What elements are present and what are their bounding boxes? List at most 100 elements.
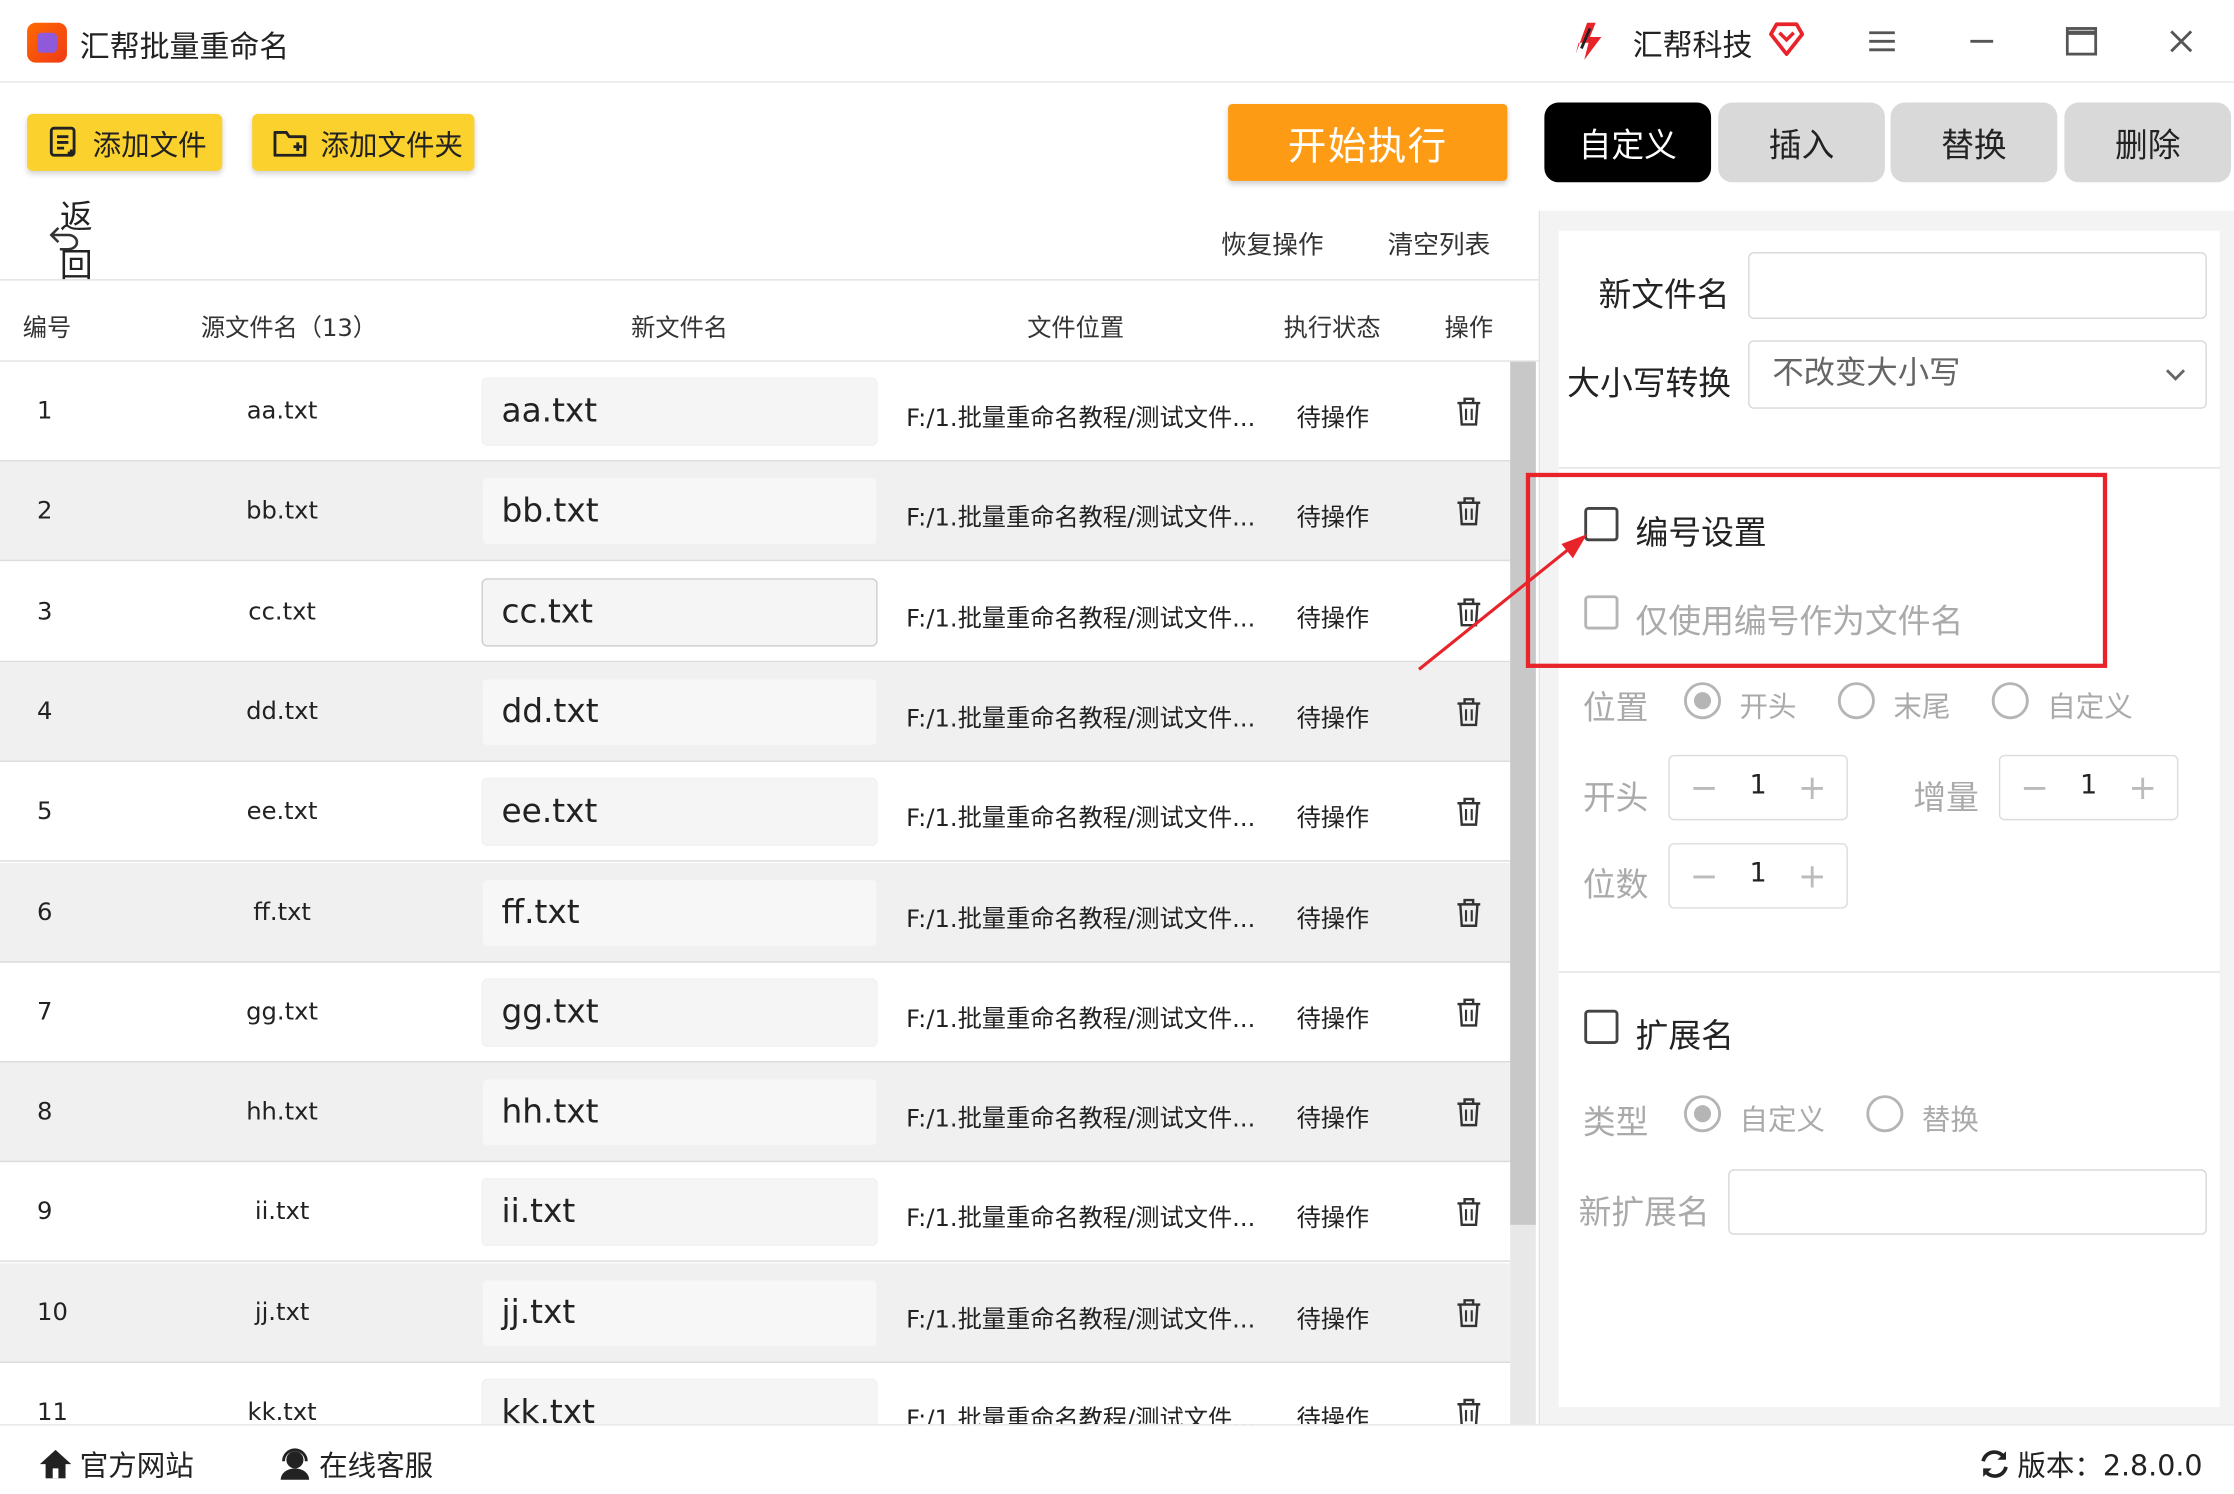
website-label: 官方网站 bbox=[79, 1448, 194, 1483]
table-row[interactable]: 11 kk.txt kk.txt F:/1.批量重命名教程/测试文件... 待操作 bbox=[0, 1363, 1510, 1425]
header-op: 操作 bbox=[1444, 314, 1494, 344]
header-new: 新文件名 bbox=[631, 314, 729, 344]
row-file-path: F:/1.批量重命名教程/测试文件... bbox=[906, 1305, 1256, 1335]
start-execute-button[interactable]: 开始执行 bbox=[1228, 103, 1508, 181]
case-select-value: 不改变大小写 bbox=[1772, 356, 1961, 392]
back-button[interactable]: 返回 bbox=[48, 199, 93, 285]
table-row[interactable]: 4 dd.txt dd.txt F:/1.批量重命名教程/测试文件... 待操作 bbox=[0, 662, 1511, 762]
position-radio-end[interactable] bbox=[1837, 682, 1875, 720]
table-row[interactable]: 9 ii.txt ii.txt F:/1.批量重命名教程/测试文件... 待操作 bbox=[0, 1163, 1511, 1263]
row-new-name-input[interactable]: ii.txt bbox=[481, 1178, 878, 1247]
table-row[interactable]: 2 bb.txt bb.txt F:/1.批量重命名教程/测试文件... 待操作 bbox=[0, 461, 1511, 562]
case-select[interactable]: 不改变大小写 bbox=[1748, 340, 2207, 409]
row-status: 待操作 bbox=[1296, 604, 1370, 634]
row-new-name-input[interactable]: gg.txt bbox=[481, 978, 878, 1047]
row-new-name-input[interactable]: ff.txt bbox=[481, 878, 878, 947]
position-radio-start[interactable] bbox=[1683, 682, 1722, 720]
row-source-name: gg.txt bbox=[246, 998, 318, 1027]
start-stepper[interactable]: − 1 + bbox=[1668, 754, 1848, 821]
row-new-name-input[interactable]: ee.txt bbox=[481, 777, 878, 847]
new-name-input[interactable] bbox=[1748, 252, 2207, 320]
row-source-name: cc.txt bbox=[248, 597, 316, 627]
tab-insert[interactable]: 插入 bbox=[1718, 102, 1885, 183]
row-status: 待操作 bbox=[1296, 1405, 1370, 1425]
vip-heart-icon[interactable] bbox=[1767, 20, 1807, 57]
row-new-name-input[interactable]: aa.txt bbox=[481, 377, 878, 446]
new-extension-input[interactable] bbox=[1728, 1169, 2207, 1235]
trash-icon[interactable] bbox=[1455, 1097, 1483, 1128]
row-new-name-input[interactable]: bb.txt bbox=[481, 477, 878, 546]
tab-replace[interactable]: 替换 bbox=[1890, 102, 2058, 183]
row-number: 1 bbox=[37, 397, 53, 426]
brand-logo-icon bbox=[1575, 22, 1602, 60]
extension-checkbox[interactable] bbox=[1584, 1009, 1619, 1044]
app-window: 汇帮批量重命名 汇帮科技 添加文件 添加文件夹 开始执行 自定义 插入 替换 删… bbox=[0, 0, 2234, 1494]
table-row[interactable]: 10 jj.txt jj.txt F:/1.批量重命名教程/测试文件... 待操作 bbox=[0, 1262, 1511, 1363]
trash-icon[interactable] bbox=[1455, 1397, 1483, 1425]
row-new-name-input[interactable]: jj.txt bbox=[481, 1278, 878, 1347]
version-info[interactable]: 版本：2.8.0.0 bbox=[1977, 1443, 2203, 1484]
trash-icon[interactable] bbox=[1455, 997, 1483, 1028]
website-link[interactable]: 官方网站 bbox=[37, 1443, 194, 1484]
trash-icon[interactable] bbox=[1455, 796, 1483, 827]
row-source-name: aa.txt bbox=[246, 397, 318, 426]
table-row[interactable]: 8 hh.txt hh.txt F:/1.批量重命名教程/测试文件... 待操作 bbox=[0, 1062, 1511, 1163]
row-new-name-input[interactable]: dd.txt bbox=[481, 677, 878, 747]
row-number: 10 bbox=[37, 1298, 68, 1327]
row-new-name-input[interactable]: hh.txt bbox=[481, 1078, 878, 1147]
row-source-name: hh.txt bbox=[246, 1098, 318, 1127]
table-row[interactable]: 6 ff.txt ff.txt F:/1.批量重命名教程/测试文件... 待操作 bbox=[0, 862, 1511, 963]
trash-icon[interactable] bbox=[1455, 1297, 1483, 1328]
support-link[interactable]: 在线客服 bbox=[276, 1443, 433, 1484]
start-increment-button[interactable]: + bbox=[1798, 768, 1827, 808]
increment-label: 增量 bbox=[1913, 780, 1979, 818]
brand-name: 汇帮科技 bbox=[1632, 28, 1753, 63]
table-row[interactable]: 7 gg.txt gg.txt F:/1.批量重命名教程/测试文件... 待操作 bbox=[0, 962, 1511, 1063]
row-status: 待操作 bbox=[1296, 1205, 1370, 1234]
row-source-name: dd.txt bbox=[246, 697, 318, 727]
start-label: 开头 bbox=[1582, 780, 1649, 818]
tab-delete[interactable]: 删除 bbox=[2064, 102, 2232, 183]
minimize-icon[interactable] bbox=[1960, 20, 2003, 63]
clear-list-button[interactable]: 清空列表 bbox=[1388, 225, 1491, 262]
trash-icon[interactable] bbox=[1455, 1197, 1483, 1228]
row-status: 待操作 bbox=[1296, 504, 1370, 534]
new-extension-label: 新扩展名 bbox=[1578, 1194, 1710, 1232]
divider bbox=[1558, 971, 2220, 973]
row-number: 6 bbox=[37, 897, 53, 927]
trash-icon[interactable] bbox=[1455, 496, 1483, 527]
table-row[interactable]: 3 cc.txt cc.txt F:/1.批量重命名教程/测试文件... 待操作 bbox=[0, 562, 1511, 662]
row-number: 5 bbox=[37, 797, 53, 827]
add-file-button[interactable]: 添加文件 bbox=[27, 113, 223, 171]
maximize-icon[interactable] bbox=[2060, 20, 2103, 63]
increment-stepper[interactable]: − 1 + bbox=[1998, 754, 2179, 821]
digits-label: 位数 bbox=[1582, 867, 1649, 905]
row-file-path: F:/1.批量重命名教程/测试文件... bbox=[906, 604, 1256, 634]
digits-increment-button[interactable]: + bbox=[1798, 856, 1827, 896]
type-radio-replace[interactable] bbox=[1866, 1095, 1904, 1133]
add-folder-button[interactable]: 添加文件夹 bbox=[252, 113, 475, 171]
increment-increment-button[interactable]: + bbox=[2128, 768, 2157, 808]
restore-button[interactable]: 恢复操作 bbox=[1221, 225, 1324, 262]
tab-custom[interactable]: 自定义 bbox=[1544, 102, 1712, 183]
close-icon[interactable] bbox=[2160, 20, 2203, 63]
table-row[interactable]: 5 ee.txt ee.txt F:/1.批量重命名教程/测试文件... 待操作 bbox=[0, 762, 1511, 862]
add-file-icon bbox=[49, 126, 76, 157]
trash-icon[interactable] bbox=[1455, 396, 1483, 427]
type-option-replace: 替换 bbox=[1921, 1102, 1979, 1137]
trash-icon[interactable] bbox=[1455, 897, 1483, 928]
row-new-name-input[interactable]: kk.txt bbox=[481, 1378, 878, 1425]
row-source-name: jj.txt bbox=[254, 1298, 310, 1327]
type-radio-custom[interactable] bbox=[1683, 1095, 1722, 1133]
row-new-name-input[interactable]: cc.txt bbox=[481, 577, 878, 647]
position-radio-custom[interactable] bbox=[1991, 682, 2029, 720]
row-file-path: F:/1.批量重命名教程/测试文件... bbox=[906, 1205, 1256, 1234]
footer: 官方网站 在线客服 版本：2.8.0.0 bbox=[0, 1424, 2234, 1494]
table-row[interactable]: 1 aa.txt aa.txt F:/1.批量重命名教程/测试文件... 待操作 bbox=[0, 362, 1511, 462]
home-icon bbox=[39, 1449, 72, 1478]
row-status: 待操作 bbox=[1296, 1105, 1370, 1134]
menu-icon[interactable] bbox=[1861, 20, 1904, 63]
title-bar: 汇帮批量重命名 汇帮科技 bbox=[0, 0, 2234, 83]
digits-stepper[interactable]: − 1 + bbox=[1668, 843, 1848, 909]
trash-icon[interactable] bbox=[1455, 696, 1483, 727]
